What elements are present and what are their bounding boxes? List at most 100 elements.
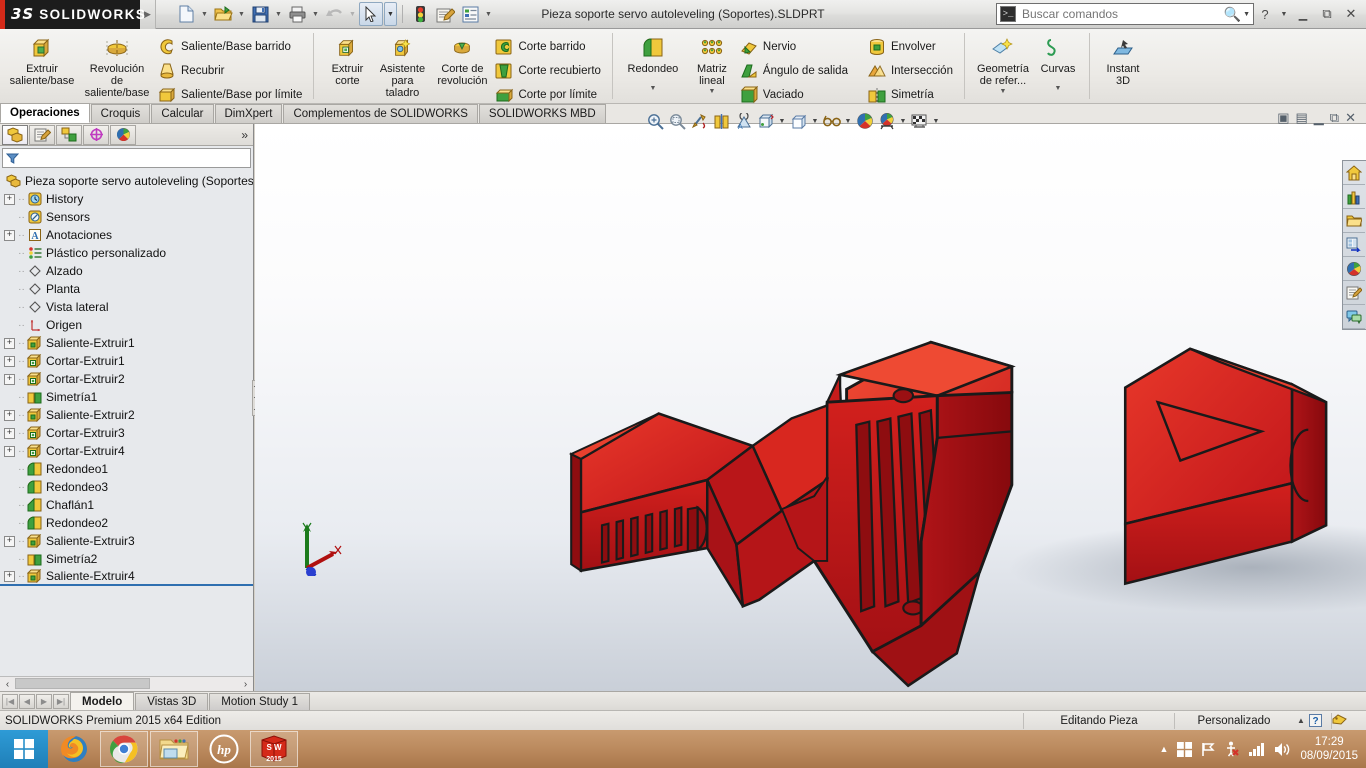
search-icon[interactable]: 🔍 [1224, 6, 1241, 23]
reference-geometry-caret-icon[interactable]: ▼ [1000, 88, 1007, 95]
tray-action-center[interactable] [1177, 741, 1193, 757]
hole-wizard-button[interactable]: Asistente para taladro [373, 31, 431, 99]
linear-pattern-button[interactable]: Matriz lineal ▼ [686, 31, 738, 95]
view-settings-caret-icon[interactable]: ▼ [931, 118, 941, 125]
bottom-tab-modelo[interactable]: Modelo [70, 692, 135, 710]
shell-button[interactable]: Vaciado [738, 84, 852, 106]
tree-item-alzado[interactable]: ·· Alzado [0, 262, 253, 280]
configuration-manager-tab[interactable] [56, 124, 82, 145]
extrude-boss-button[interactable]: Extruir saliente/base [6, 31, 78, 87]
print-caret[interactable]: ▼ [310, 11, 321, 18]
pin-left-icon[interactable]: ▣ [1277, 110, 1289, 126]
tree-item-simetria2[interactable]: ·· Simetría2 [0, 550, 253, 568]
expand-icon[interactable]: + [4, 355, 15, 367]
tree-root-item[interactable]: Pieza soporte servo autoleveling (Soport… [0, 172, 253, 190]
tree-item-anotaciones[interactable]: + ·· A Anotaciones [0, 226, 253, 244]
swept-cut-button[interactable]: Corte barrido [493, 36, 604, 58]
graphics-area[interactable] [255, 124, 1366, 691]
task-pane-appearances[interactable] [1343, 257, 1365, 281]
select-caret[interactable]: ▼ [384, 2, 397, 26]
tree-item-chaflan1[interactable]: ·· Chaflán1 [0, 496, 253, 514]
help-caret-icon[interactable]: ▼ [1278, 4, 1290, 24]
edit-appearance-button[interactable] [821, 111, 842, 132]
tab-prev-button[interactable]: ◀ [19, 693, 35, 709]
expand-icon[interactable]: + [4, 535, 15, 547]
expand-icon[interactable]: + [4, 427, 15, 439]
status-help-icon[interactable]: ? [1309, 714, 1331, 727]
display-style-caret-icon[interactable]: ▼ [777, 118, 787, 125]
tab-complementos[interactable]: Complementos de SOLIDWORKS [283, 104, 478, 123]
print-button[interactable] [285, 2, 309, 26]
status-units-caret-icon[interactable]: ▲ [1293, 716, 1309, 725]
wrap-button[interactable]: Envolver [866, 36, 957, 58]
revolve-boss-button[interactable]: Revolución de saliente/base [78, 31, 156, 99]
solidworks-logo[interactable]: 3S SOLIDWORKS [0, 0, 145, 29]
tree-item-saliente-extruir2[interactable]: + ·· Saliente-Extruir2 [0, 406, 253, 424]
view-settings-button[interactable] [909, 111, 930, 132]
tray-volume[interactable] [1274, 742, 1291, 757]
restore-icon[interactable]: ⧉ [1316, 4, 1338, 24]
revolved-cut-button[interactable]: Corte de revolución [431, 31, 493, 87]
task-pane-design-library[interactable] [1343, 185, 1365, 209]
curves-caret-icon[interactable]: ▼ [1055, 85, 1062, 92]
reference-geometry-button[interactable]: Geometría de refer... ▼ [972, 31, 1034, 95]
hide-show-caret-icon[interactable]: ▼ [810, 118, 820, 125]
taskbar-clock[interactable]: 17:29 08/09/2015 [1300, 735, 1358, 763]
new-document-button[interactable] [174, 2, 198, 26]
feature-tree-horizontal-scrollbar[interactable]: ‹ › [0, 676, 253, 691]
tree-item-cortar-extruir2[interactable]: + ·· Cortar-Extruir2 [0, 370, 253, 388]
taskbar-chrome[interactable] [100, 731, 148, 767]
open-document-caret[interactable]: ▼ [236, 11, 247, 18]
linear-pattern-caret-icon[interactable]: ▼ [708, 88, 715, 95]
rebuild-button[interactable] [408, 2, 432, 26]
tree-item-redondeo2[interactable]: ·· Redondeo2 [0, 514, 253, 532]
mirror-button[interactable]: Simetría [866, 84, 957, 106]
view-orientation-button[interactable]: A [733, 111, 754, 132]
open-document-button[interactable] [211, 2, 235, 26]
file-properties-button[interactable] [433, 2, 457, 26]
rib-button[interactable]: Nervio [738, 36, 852, 58]
feature-tree-tab[interactable] [2, 124, 28, 145]
fillet-caret-icon[interactable]: ▼ [649, 85, 656, 92]
boundary-cut-button[interactable]: Corte por límite [493, 84, 604, 106]
dimxpert-manager-tab[interactable] [83, 124, 109, 145]
close-icon[interactable]: ✕ [1345, 110, 1356, 126]
display-options-caret[interactable]: ▼ [483, 11, 494, 18]
tree-item-redondeo3[interactable]: ·· Redondeo3 [0, 478, 253, 496]
expand-icon[interactable]: + [4, 229, 15, 241]
hide-show-items-button[interactable] [788, 111, 809, 132]
undo-caret[interactable]: ▼ [347, 11, 358, 18]
tab-dimxpert[interactable]: DimXpert [214, 104, 283, 123]
scroll-left-icon[interactable]: ‹ [1, 679, 14, 690]
tab-last-button[interactable]: ▶| [53, 693, 69, 709]
lofted-boss-button[interactable]: Recubrir [156, 60, 306, 82]
scene-caret-icon[interactable]: ▼ [898, 118, 908, 125]
minimize-icon[interactable]: ▁ [1292, 4, 1314, 24]
search-input[interactable] [1016, 7, 1224, 21]
instant3d-button[interactable]: Instant 3D [1097, 31, 1149, 87]
curves-button[interactable]: Curvas ▼ [1034, 31, 1082, 92]
taskbar-file-explorer[interactable] [150, 731, 198, 767]
part-3d-model[interactable] [555, 224, 1366, 691]
tree-item-cortar-extruir3[interactable]: + ·· Cortar-Extruir3 [0, 424, 253, 442]
tree-item-vista-lateral[interactable]: ·· Vista lateral [0, 298, 253, 316]
property-manager-tab[interactable] [29, 124, 55, 145]
tree-item-redondeo1[interactable]: ·· Redondeo1 [0, 460, 253, 478]
save-caret[interactable]: ▼ [273, 11, 284, 18]
tree-item-saliente-extruir4[interactable]: + ·· Saliente-Extruir4 [0, 568, 253, 586]
task-pane-custom-properties[interactable] [1343, 281, 1365, 305]
display-manager-tab[interactable] [110, 124, 136, 145]
tree-item-saliente-extruir1[interactable]: + ·· Saliente-Extruir1 [0, 334, 253, 352]
expand-icon[interactable]: + [4, 373, 15, 385]
scene-button[interactable] [876, 111, 897, 132]
bottom-tab-vistas-3d[interactable]: Vistas 3D [135, 692, 209, 710]
feature-tree-filter[interactable] [2, 148, 251, 168]
expand-icon[interactable]: + [4, 337, 15, 349]
tree-item-cortar-extruir1[interactable]: + ·· Cortar-Extruir1 [0, 352, 253, 370]
fillet-button[interactable]: Redondeo ▼ [620, 31, 686, 92]
tab-solidworks-mbd[interactable]: SOLIDWORKS MBD [478, 104, 606, 123]
tray-show-hidden[interactable]: ▲ [1160, 744, 1169, 754]
expand-icon[interactable]: + [4, 570, 15, 582]
tree-item-sensors[interactable]: ·· Sensors [0, 208, 253, 226]
status-tag-icon[interactable] [1332, 713, 1366, 728]
